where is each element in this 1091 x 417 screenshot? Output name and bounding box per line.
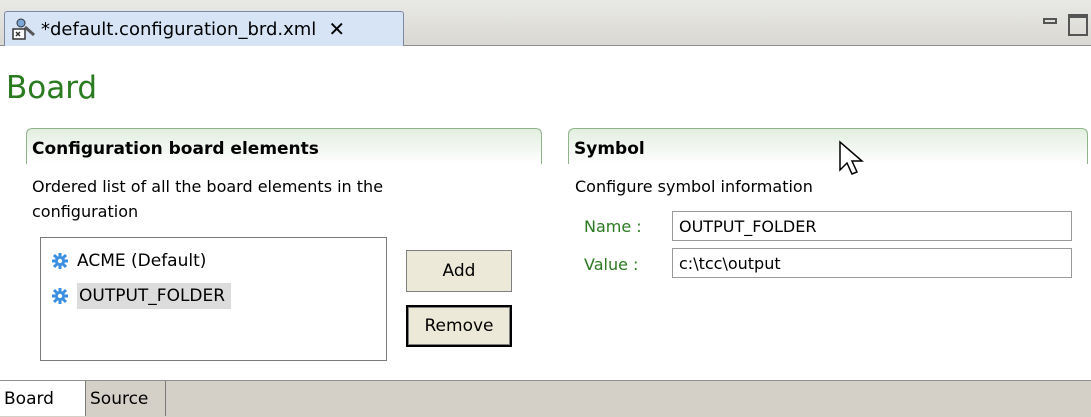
remove-button[interactable]: Remove [406, 305, 512, 347]
description-line: Ordered list of all the board elements i… [32, 177, 384, 196]
value-label: Value : [584, 255, 639, 274]
section-header: Symbol [568, 128, 1088, 164]
section-header: Configuration board elements [26, 128, 542, 164]
section-description: Configure symbol information [575, 177, 813, 196]
editor-window: *default.configuration_brd.xml ✕ Board C… [0, 0, 1091, 417]
section-description: Ordered list of all the board elements i… [32, 174, 383, 224]
list-item[interactable]: ACME (Default) [51, 246, 206, 276]
tab-source[interactable]: Source [86, 381, 166, 416]
configuration-board-elements-section: Configuration board elements [26, 128, 542, 164]
close-icon[interactable]: ✕ [328, 17, 345, 41]
list-item-label: OUTPUT_FOLDER [77, 283, 232, 309]
board-elements-list[interactable]: ACME (Default) OUTPUT_FOLDER [40, 237, 387, 361]
name-field[interactable] [672, 211, 1072, 241]
page-title: Board [6, 70, 98, 106]
minimize-icon[interactable] [1043, 18, 1057, 24]
value-field[interactable] [672, 248, 1072, 278]
list-item-selected[interactable]: OUTPUT_FOLDER [51, 281, 232, 311]
gear-icon [52, 288, 68, 304]
list-item-label: ACME (Default) [77, 251, 207, 271]
editor-tab-bar: *default.configuration_brd.xml ✕ [0, 0, 1091, 46]
gear-icon [52, 253, 68, 269]
section-title: Symbol [574, 139, 645, 159]
configuration-file-icon [11, 17, 37, 41]
mouse-cursor-icon [839, 140, 865, 175]
name-label: Name : [584, 217, 642, 236]
symbol-section: Symbol [568, 128, 1088, 164]
bottom-tab-bar: Board Source [0, 380, 1091, 417]
editor-tab[interactable]: *default.configuration_brd.xml ✕ [4, 11, 404, 46]
description-line: configuration [32, 202, 139, 221]
add-button[interactable]: Add [406, 250, 512, 292]
section-title: Configuration board elements [32, 139, 319, 159]
maximize-icon[interactable] [1068, 14, 1088, 36]
tab-board[interactable]: Board [0, 381, 86, 416]
editor-tab-title: *default.configuration_brd.xml [41, 18, 317, 40]
